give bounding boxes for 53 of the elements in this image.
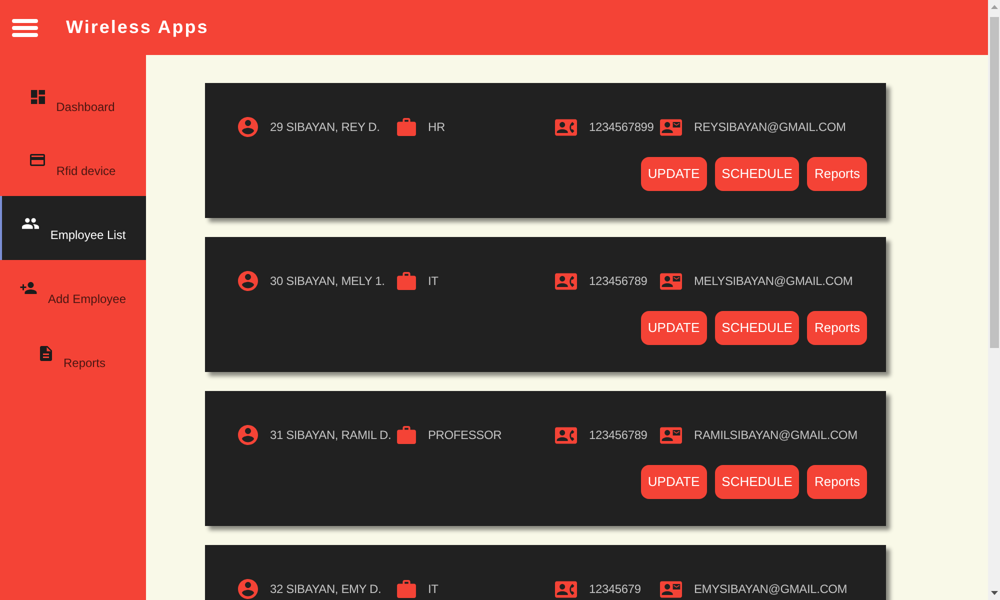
briefcase-icon xyxy=(397,426,416,444)
email-address: REYSIBAYAN@GMAIL.COM xyxy=(694,119,846,136)
email-address: RAMILSIBAYAN@GMAIL.COM xyxy=(694,427,858,444)
email-address: MELYSIBAYAN@GMAIL.COM xyxy=(694,273,853,290)
briefcase-icon xyxy=(397,272,416,290)
contact-phone-icon xyxy=(555,118,577,136)
contact-mail-icon xyxy=(660,272,682,290)
sidebar-item[interactable]: Add Employee xyxy=(0,260,146,324)
sidebar-item[interactable]: Dashboard xyxy=(0,68,146,132)
email-address: EMYSIBAYAN@GMAIL.COM xyxy=(694,581,848,598)
action-button[interactable]: UPDATE xyxy=(640,311,707,345)
scroll-down-icon[interactable] xyxy=(990,591,998,595)
action-button[interactable]: SCHEDULE xyxy=(714,465,800,499)
person-add-icon xyxy=(20,282,37,294)
scrollbar[interactable] xyxy=(988,0,1000,600)
credit-card-icon xyxy=(30,154,46,166)
action-button[interactable]: SCHEDULE xyxy=(714,157,800,191)
sidebar-item[interactable]: Rfid device xyxy=(0,132,146,196)
scroll-up-icon[interactable] xyxy=(990,5,998,9)
action-button[interactable]: UPDATE xyxy=(640,157,707,191)
phone-number: 12345679 xyxy=(589,581,641,598)
department-text: IT xyxy=(428,273,438,290)
department-text: HR xyxy=(428,119,445,136)
contact-mail-icon xyxy=(660,118,682,136)
employee-name: 32 SIBAYAN, EMY D. xyxy=(270,581,382,598)
scrollbar-thumb[interactable] xyxy=(990,17,998,348)
action-button[interactable]: Reports xyxy=(807,157,867,191)
department-text: IT xyxy=(428,581,438,598)
action-button[interactable]: Reports xyxy=(807,465,867,499)
app-title: Wireless Apps xyxy=(66,16,209,39)
contact-mail-icon xyxy=(660,426,682,444)
briefcase-icon xyxy=(397,118,416,136)
employee-name: 30 SIBAYAN, MELY 1. xyxy=(270,273,385,290)
phone-number: 123456789 xyxy=(589,273,648,290)
sidebar-item[interactable]: Reports xyxy=(0,324,146,388)
document-icon xyxy=(40,346,52,361)
employee-name: 29 SIBAYAN, REY D. xyxy=(270,119,380,136)
action-button[interactable]: Reports xyxy=(807,311,867,345)
briefcase-icon xyxy=(397,580,416,598)
phone-number: 123456789 xyxy=(589,427,648,444)
phone-number: 1234567899 xyxy=(589,119,654,136)
menu-button[interactable] xyxy=(12,18,38,36)
employee-name: 31 SIBAYAN, RAMIL D. xyxy=(270,427,392,444)
sidebar-item[interactable]: Employee List xyxy=(0,196,146,260)
contact-mail-icon xyxy=(660,580,682,598)
contact-phone-icon xyxy=(555,580,577,598)
department-text: PROFESSOR xyxy=(428,427,502,444)
action-button[interactable]: SCHEDULE xyxy=(714,311,800,345)
action-button[interactable]: UPDATE xyxy=(640,465,707,499)
contact-phone-icon xyxy=(555,272,577,290)
people-icon xyxy=(22,218,40,229)
dashboard-icon xyxy=(31,90,46,104)
contact-phone-icon xyxy=(555,426,577,444)
